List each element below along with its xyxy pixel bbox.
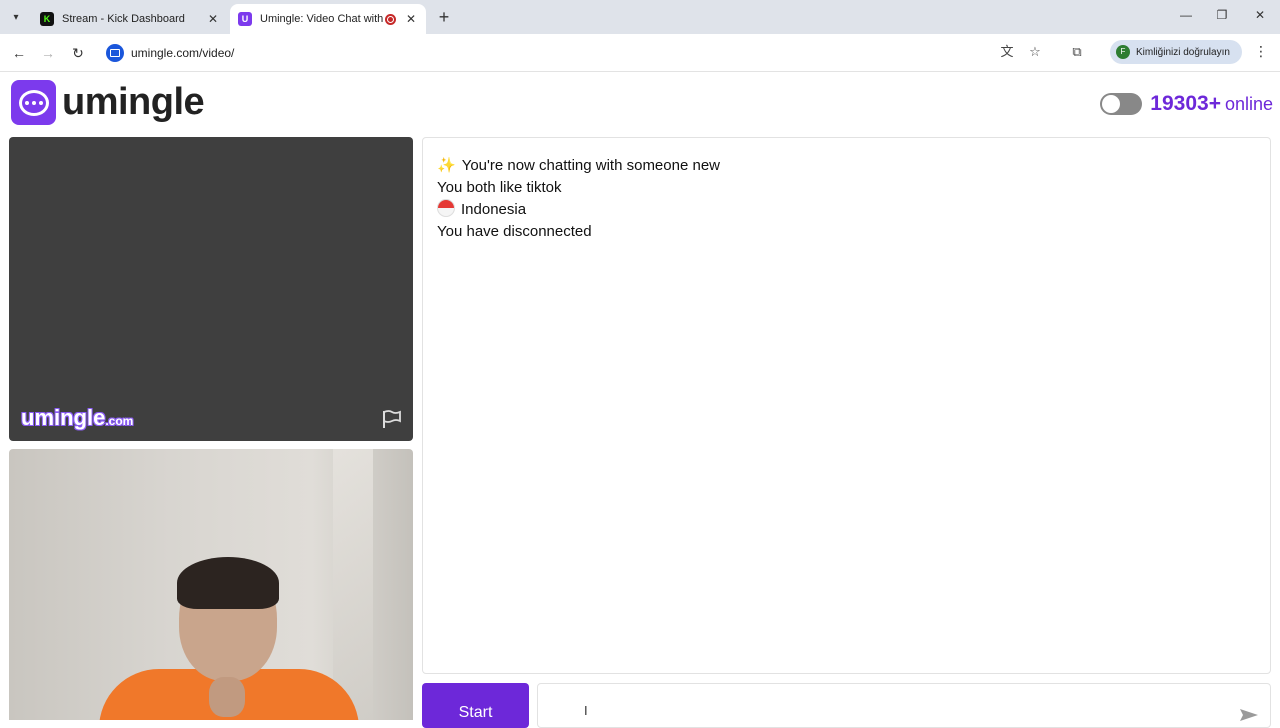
profile-button[interactable]: F Kimliğinizi doğrulayın <box>1110 40 1242 64</box>
umingle-favicon-icon: U <box>238 12 252 26</box>
person-hair <box>177 557 279 609</box>
browser-toolbar: ← → ↻ umingle.com/video/ 文 ☆ ⧉ F Kimliği… <box>0 34 1280 72</box>
reload-icon[interactable]: ↻ <box>68 43 88 63</box>
close-icon[interactable]: ✕ <box>206 12 220 26</box>
chat-bubble-icon <box>11 80 56 125</box>
tab-strip: ▾ K Stream - Kick Dashboard ✕ U Umingle:… <box>0 0 1280 34</box>
tab-umingle[interactable]: U Umingle: Video Chat with S ✕ <box>230 4 426 34</box>
minimize-icon[interactable]: — <box>1176 8 1196 22</box>
recording-icon <box>385 13 396 25</box>
extensions-icon[interactable]: ⧉ <box>1068 43 1086 61</box>
message-input[interactable] <box>537 683 1271 728</box>
translate-icon[interactable]: 文 <box>998 43 1016 61</box>
watermark-main: umingle <box>21 405 106 430</box>
avatar: F <box>1116 45 1130 59</box>
url-text: umingle.com/video/ <box>131 46 235 60</box>
online-label: online <box>1224 93 1273 114</box>
online-count: 19303 <box>1150 92 1209 115</box>
interests-message: You both like tiktok <box>437 179 562 196</box>
close-window-icon[interactable]: ✕ <box>1250 8 1270 22</box>
back-icon[interactable]: ← <box>9 43 29 63</box>
disconnect-message: You have disconnected <box>437 223 592 240</box>
kick-favicon-icon: K <box>40 12 54 26</box>
video-watermark: umingle.com <box>21 405 133 431</box>
tab-kick-dashboard[interactable]: K Stream - Kick Dashboard ✕ <box>32 4 228 34</box>
tab-title: Umingle: Video Chat with S <box>260 13 385 25</box>
online-indicator: 19303 + online <box>1100 92 1273 116</box>
bookmark-star-icon[interactable]: ☆ <box>1026 43 1044 61</box>
logo-text: umingle <box>62 81 205 123</box>
restore-icon[interactable]: ❐ <box>1212 8 1232 22</box>
report-flag-icon[interactable] <box>381 409 403 429</box>
theme-toggle[interactable] <box>1100 93 1143 115</box>
remote-video: umingle.com <box>9 137 413 441</box>
tab-title: Stream - Kick Dashboard <box>62 13 185 25</box>
indonesia-flag-icon <box>437 199 455 217</box>
address-bar[interactable]: umingle.com/video/ <box>100 39 1060 67</box>
site-info-icon[interactable] <box>106 44 124 62</box>
profile-label: Kimliğinizi doğrulayın <box>1136 46 1230 58</box>
menu-icon[interactable]: ⋮ <box>1254 43 1268 60</box>
start-button[interactable]: Start <box>422 683 529 728</box>
forward-icon[interactable]: → <box>38 43 58 63</box>
text-cursor-icon: I <box>584 703 588 718</box>
new-tab-button[interactable]: + <box>434 7 454 27</box>
site-logo[interactable]: umingle <box>11 80 205 125</box>
country-message: Indonesia <box>437 199 720 221</box>
tab-search-icon[interactable]: ▾ <box>6 7 26 27</box>
system-message: ✨ You're now chatting with someone new <box>437 157 720 174</box>
chat-log: ✨ You're now chatting with someone new Yo… <box>422 137 1271 674</box>
sparkles-icon: ✨ <box>437 157 456 174</box>
person-hand <box>209 677 245 717</box>
online-plus: + <box>1208 92 1221 115</box>
close-icon[interactable]: ✕ <box>404 12 418 26</box>
watermark-suffix: .com <box>105 414 134 428</box>
local-video <box>9 449 413 720</box>
